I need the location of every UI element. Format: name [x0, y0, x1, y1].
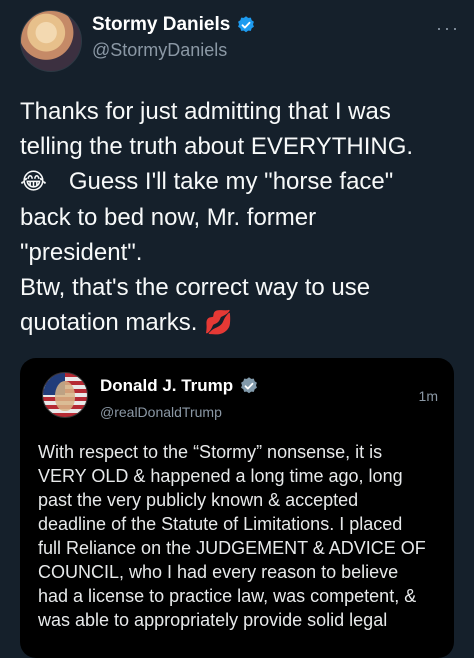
- author-name-row: Stormy Daniels: [92, 14, 256, 36]
- quoted-author-avatar: [42, 372, 88, 418]
- gray-verified-badge-icon: [241, 377, 258, 394]
- author-name[interactable]: Stormy Daniels: [92, 14, 230, 36]
- quoted-author-handle: @realDonaldTrump: [100, 404, 222, 420]
- author-avatar[interactable]: [20, 10, 82, 72]
- tweet-body: Thanks for just admitting that I was tel…: [20, 94, 456, 341]
- author-handle[interactable]: @StormyDaniels: [92, 40, 227, 61]
- verified-badge-icon: [238, 16, 255, 33]
- quoted-author-name: Donald J. Trump: [100, 376, 234, 395]
- quoted-tweet-timestamp: 1m: [418, 388, 438, 404]
- quoted-author-name-row: Donald J. Trump: [100, 376, 259, 396]
- laughing-emoji-icon: 😂: [20, 169, 47, 195]
- kiss-lips-emoji-icon: 💋: [204, 310, 233, 336]
- tweet-header: Stormy Daniels @StormyDaniels ···: [20, 8, 460, 72]
- quoted-tweet-text: With respect to the “Stormy” nonsense, i…: [38, 442, 426, 630]
- quoted-tweet-card[interactable]: Donald J. Trump @realDonaldTrump 1m With…: [20, 358, 454, 658]
- more-options-icon[interactable]: ···: [436, 18, 460, 39]
- tweet-text-part-1: Thanks for just admitting that I was tel…: [20, 98, 414, 160]
